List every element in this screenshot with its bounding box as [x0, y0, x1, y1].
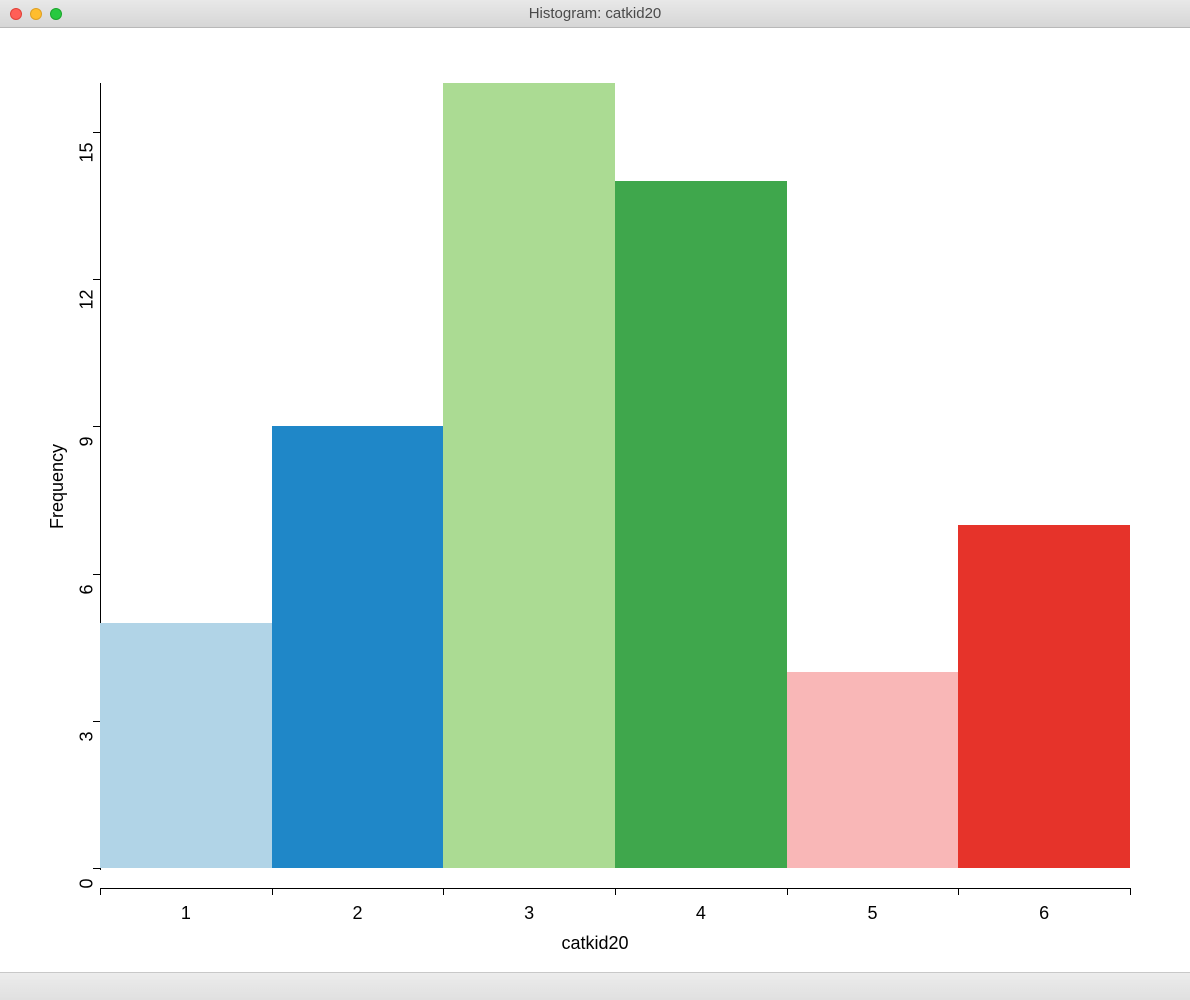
minimize-icon[interactable] — [30, 8, 42, 20]
traffic-lights — [10, 8, 62, 20]
x-tick-label: 2 — [338, 903, 378, 924]
close-icon[interactable] — [10, 8, 22, 20]
x-tick — [272, 888, 273, 895]
x-tick — [787, 888, 788, 895]
y-tick-label: 15 — [77, 143, 98, 175]
x-tick — [1130, 888, 1131, 895]
y-tick-label: 6 — [77, 584, 98, 616]
chart-area: 03691215 123456 Frequency catkid20 — [0, 28, 1190, 968]
y-tick — [93, 721, 100, 722]
y-tick-label: 3 — [77, 731, 98, 763]
y-tick — [93, 279, 100, 280]
y-tick — [93, 574, 100, 575]
x-tick — [958, 888, 959, 895]
bar-4 — [615, 181, 787, 868]
x-tick-label: 3 — [509, 903, 549, 924]
x-tick — [615, 888, 616, 895]
x-axis-title: catkid20 — [0, 933, 1190, 954]
y-tick — [93, 868, 100, 869]
y-tick — [93, 132, 100, 133]
x-tick — [100, 888, 101, 895]
y-axis-title: Frequency — [47, 444, 68, 529]
y-tick-label: 0 — [77, 879, 98, 911]
bar-6 — [958, 525, 1130, 868]
bar-3 — [443, 83, 615, 868]
plot-region — [100, 83, 1130, 868]
bar-2 — [272, 426, 444, 868]
x-tick-label: 6 — [1024, 903, 1064, 924]
bar-1 — [100, 623, 272, 868]
maximize-icon[interactable] — [50, 8, 62, 20]
x-tick-label: 4 — [681, 903, 721, 924]
x-tick-label: 1 — [166, 903, 206, 924]
x-tick-label: 5 — [853, 903, 893, 924]
y-tick-label: 12 — [77, 290, 98, 322]
bar-5 — [787, 672, 959, 868]
y-tick-label: 9 — [77, 437, 98, 469]
y-tick — [93, 426, 100, 427]
x-tick — [443, 888, 444, 895]
window-titlebar: Histogram: catkid20 — [0, 0, 1190, 28]
status-bar — [0, 972, 1190, 1000]
window-title: Histogram: catkid20 — [0, 5, 1190, 22]
